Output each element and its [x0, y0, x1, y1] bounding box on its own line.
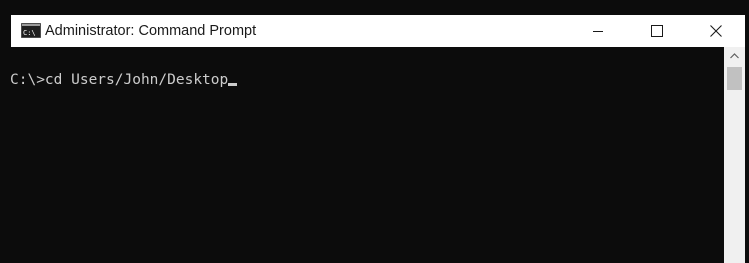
command-text: C:\>cd Users/John/Desktop	[10, 72, 229, 88]
minimize-button[interactable]	[569, 15, 627, 47]
scroll-thumb[interactable]	[727, 67, 742, 90]
window-title: Administrator: Command Prompt	[45, 23, 257, 39]
svg-text:C:\: C:\	[23, 29, 36, 37]
vertical-scrollbar[interactable]	[724, 47, 745, 263]
text-cursor	[228, 83, 238, 86]
close-icon	[710, 25, 722, 37]
window-frame-top	[0, 0, 749, 15]
maximize-icon	[651, 25, 663, 37]
scroll-up-arrow-icon	[730, 53, 739, 59]
console-area[interactable]: C:\>cd Users/John/Desktop	[0, 47, 724, 263]
command-prompt-window: C:\ Administrator: Command Prompt C:\>cd…	[0, 0, 749, 263]
scroll-up-button[interactable]	[724, 47, 745, 65]
close-button[interactable]	[687, 15, 745, 47]
cmd-icon: C:\	[21, 23, 41, 38]
maximize-button[interactable]	[628, 15, 686, 47]
title-bar[interactable]: C:\ Administrator: Command Prompt	[11, 15, 745, 47]
console-command-line: C:\>cd Users/John/Desktop	[10, 71, 238, 89]
minimize-icon	[593, 31, 603, 32]
window-frame-right	[745, 15, 749, 263]
